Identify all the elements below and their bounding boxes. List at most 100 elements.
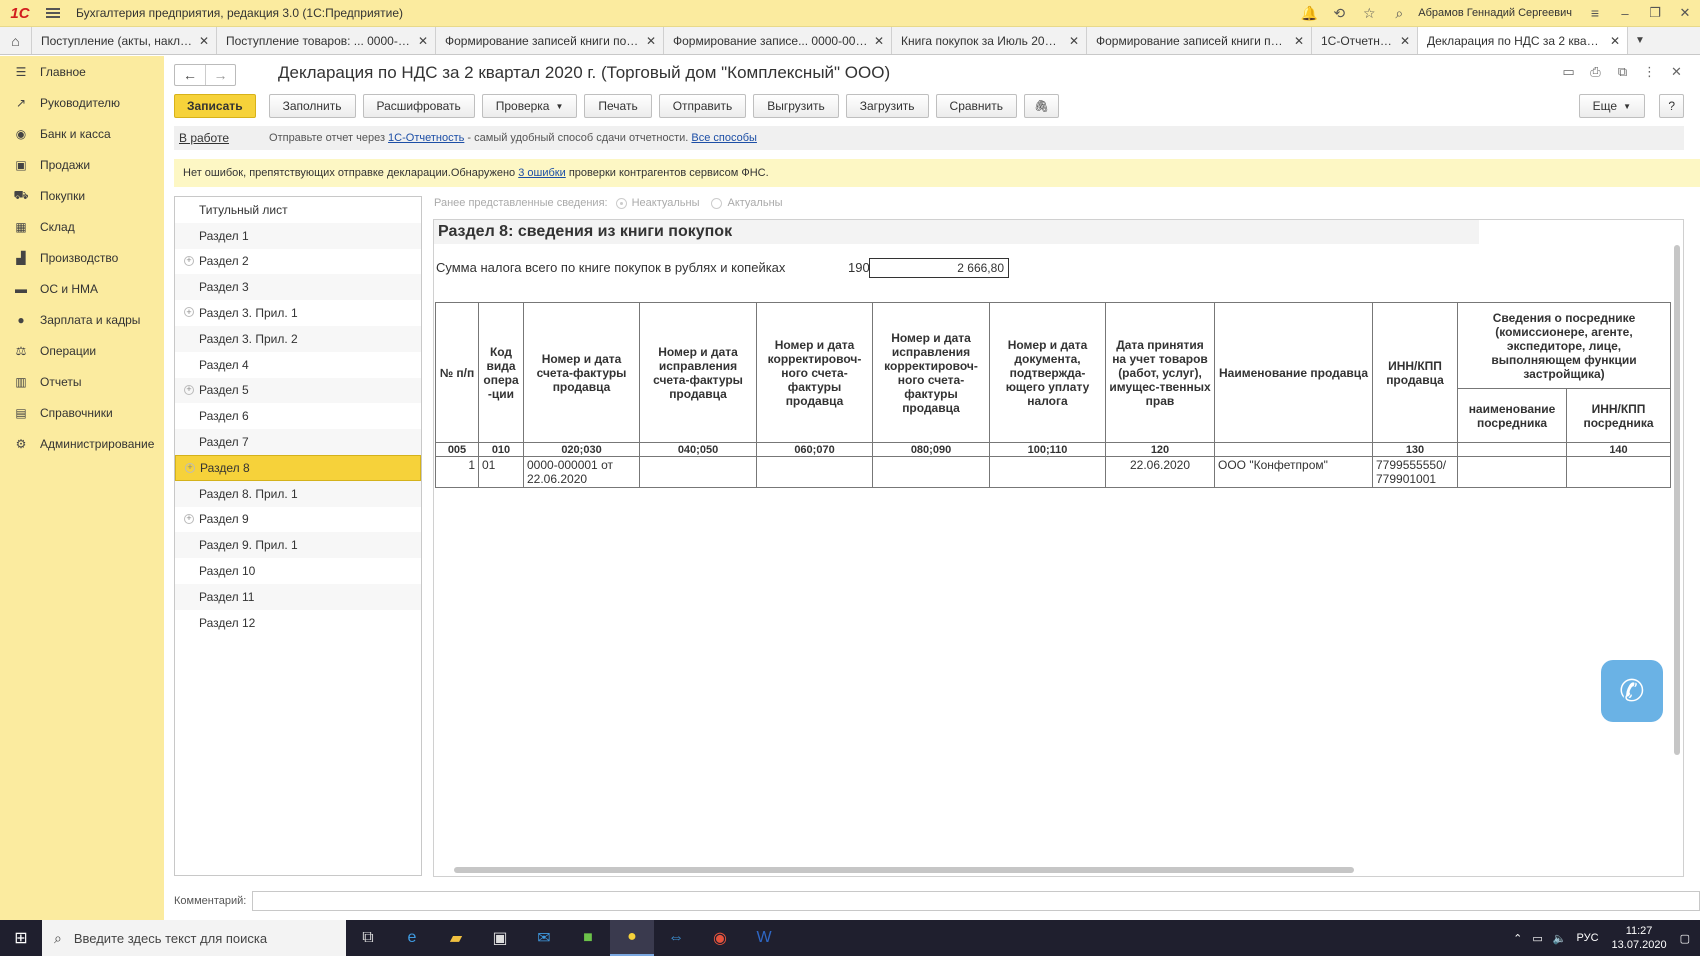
attachment-button[interactable]: 🖇 xyxy=(1024,94,1060,118)
chrome-icon[interactable]: ◉ xyxy=(698,920,742,956)
tree-item-section-1[interactable]: Раздел 1 xyxy=(175,222,421,249)
tree-item-section-6[interactable]: Раздел 6 xyxy=(175,403,421,429)
expand-icon[interactable]: + xyxy=(184,255,194,266)
close-tab-icon[interactable]: ✕ xyxy=(1069,34,1079,48)
print-icon[interactable]: ⎙ xyxy=(1582,64,1609,80)
mail-icon[interactable]: ✉ xyxy=(522,920,566,956)
close-tab-icon[interactable]: ✕ xyxy=(418,34,428,48)
tree-item-section-7[interactable]: Раздел 7 xyxy=(175,429,421,455)
close-tab-icon[interactable]: ✕ xyxy=(199,34,209,48)
sidebar-item-production[interactable]: ▟ Производство xyxy=(0,242,164,273)
tree-item-section-12[interactable]: Раздел 12 xyxy=(175,610,421,636)
tree-item-section-3[interactable]: Раздел 3 xyxy=(175,274,421,301)
phone-call-icon[interactable]: ✆ xyxy=(1601,660,1663,722)
sidebar-item-catalogs[interactable]: ▤ Справочники xyxy=(0,397,164,428)
cell-seller-inn[interactable]: 7799555550/ 779901001 xyxy=(1372,456,1458,488)
comment-input[interactable] xyxy=(252,891,1700,911)
tree-item-section-3-app-2[interactable]: Раздел 3. Прил. 2 xyxy=(175,325,421,352)
main-menu-icon[interactable] xyxy=(40,0,66,27)
word-icon[interactable]: W xyxy=(742,920,786,956)
scrollbar-thumb[interactable] xyxy=(1674,245,1680,755)
windows-start-icon[interactable]: ⊞ xyxy=(0,920,42,956)
tree-item-section-10[interactable]: Раздел 10 xyxy=(175,558,421,584)
bell-icon[interactable]: 🔔 xyxy=(1294,0,1324,27)
expand-icon[interactable]: + xyxy=(184,384,194,395)
volume-icon[interactable]: 🔈 xyxy=(1553,932,1567,945)
sidebar-item-assets[interactable]: ▬ ОС и НМА xyxy=(0,273,164,304)
sidebar-item-bank[interactable]: ◉ Банк и касса xyxy=(0,118,164,149)
search-icon[interactable]: ⌕ xyxy=(1384,0,1414,27)
tree-item-section-2[interactable]: + Раздел 2 xyxy=(175,249,421,275)
cell-invoice-fix[interactable] xyxy=(639,456,757,488)
network-icon[interactable]: ▭ xyxy=(1532,932,1542,945)
cell-agent-inn[interactable] xyxy=(1566,456,1671,488)
sidebar-item-manager[interactable]: ↗ Руководителю xyxy=(0,87,164,118)
tree-item-section-5[interactable]: + Раздел 5 xyxy=(175,377,421,404)
tree-item-section-11[interactable]: Раздел 11 xyxy=(175,583,421,610)
cell-accept-date[interactable]: 22.06.2020 xyxy=(1105,456,1215,488)
close-icon[interactable]: ✕ xyxy=(1663,64,1690,80)
edge-browser-icon[interactable]: e xyxy=(390,920,434,956)
fill-button[interactable]: Заполнить xyxy=(268,94,356,118)
close-window-icon[interactable]: ✕ xyxy=(1670,5,1700,21)
cell-pay-doc[interactable] xyxy=(989,456,1106,488)
save-disk-icon[interactable]: ▭ xyxy=(1555,64,1582,80)
history-icon[interactable]: ⟲ xyxy=(1324,0,1354,27)
star-icon[interactable]: ☆ xyxy=(1354,0,1384,27)
app-logo[interactable]: 1С xyxy=(0,5,40,22)
sidebar-item-salary[interactable]: ● Зарплата и кадры xyxy=(0,304,164,335)
tab-item[interactable]: Формирование записей книги поку... ✕ xyxy=(436,27,664,54)
send-button[interactable]: Отправить xyxy=(658,94,747,118)
back-arrow-icon[interactable]: ← xyxy=(175,65,205,85)
errors-link[interactable]: 3 ошибки xyxy=(518,167,566,179)
cell-seller-name[interactable]: ООО "Конфетпром" xyxy=(1214,456,1373,488)
task-view-icon[interactable]: ⧉ xyxy=(346,920,390,956)
cell-op-code[interactable]: 01 xyxy=(478,456,524,488)
cell-invoice[interactable]: 0000-000001 от 22.06.2020 xyxy=(523,456,640,488)
close-tab-icon[interactable]: ✕ xyxy=(646,34,656,48)
tab-item[interactable]: Книга покупок за Июль 2020 г. ✕ xyxy=(892,27,1087,54)
sidebar-item-admin[interactable]: ⚙ Администрирование xyxy=(0,428,164,459)
close-tab-icon[interactable]: ✕ xyxy=(874,34,884,48)
sidebar-item-sales[interactable]: ▣ Продажи xyxy=(0,149,164,180)
tree-item-section-4[interactable]: Раздел 4 xyxy=(175,352,421,378)
tab-item[interactable]: Поступление товаров: ... 0000-000002 ✕ xyxy=(217,27,436,54)
decode-button[interactable]: Расшифровать xyxy=(362,94,475,118)
import-button[interactable]: Загрузить xyxy=(845,94,929,118)
expand-icon[interactable]: + xyxy=(185,462,195,473)
tab-item-active[interactable]: Декларация по НДС за 2 квартал 2... ✕ xyxy=(1418,27,1628,54)
scrollbar-thumb[interactable] xyxy=(454,867,1354,873)
status-link[interactable]: В работе xyxy=(179,131,229,145)
clock[interactable]: 11:27 13.07.2020 xyxy=(1612,924,1667,952)
settings-menu-icon[interactable]: ≡ xyxy=(1580,0,1610,27)
tree-item-section-9[interactable]: + Раздел 9 xyxy=(175,507,421,533)
radio-outdated[interactable] xyxy=(615,197,627,209)
tab-item[interactable]: 1С-Отчетность ✕ xyxy=(1312,27,1418,54)
cell-invoice-corr-fix[interactable] xyxy=(872,456,990,488)
compare-button[interactable]: Сравнить xyxy=(935,94,1017,118)
close-tab-icon[interactable]: ✕ xyxy=(1294,34,1304,48)
store-icon[interactable]: ▣ xyxy=(478,920,522,956)
radio-actual[interactable] xyxy=(711,197,723,209)
cell-invoice-corr[interactable] xyxy=(756,456,873,488)
restore-icon[interactable]: ❐ xyxy=(1640,5,1670,21)
forward-arrow-icon[interactable]: → xyxy=(205,65,235,85)
sidebar-item-main[interactable]: ☰ Главное xyxy=(0,56,164,87)
sidebar-item-reports[interactable]: ▥ Отчеты xyxy=(0,366,164,397)
expand-icon[interactable]: + xyxy=(184,307,194,318)
tree-item-section-9-app-1[interactable]: Раздел 9. Прил. 1 xyxy=(175,532,421,559)
cell-agent-name[interactable] xyxy=(1457,456,1567,488)
tree-item-section-8[interactable]: + Раздел 8 xyxy=(175,454,421,481)
tab-item[interactable]: Формирование записе... 0000-000002 ✕ xyxy=(664,27,892,54)
save-button[interactable]: Записать xyxy=(174,94,256,118)
tray-chevron-icon[interactable]: ⌃ xyxy=(1513,932,1522,945)
tree-item-section-3-app-1[interactable]: + Раздел 3. Прил. 1 xyxy=(175,300,421,326)
table-row[interactable]: 1 01 0000-000001 от 22.06.2020 22.06.202… xyxy=(435,456,1671,488)
all-ways-link[interactable]: Все способы xyxy=(691,132,757,144)
taskbar-search[interactable]: ⌕ Введите здесь текст для поиска xyxy=(42,920,346,956)
minimize-icon[interactable]: – xyxy=(1610,6,1640,21)
green-app-icon[interactable]: ■ xyxy=(566,920,610,956)
export-button[interactable]: Выгрузить xyxy=(753,94,839,118)
tree-item-title-page[interactable]: Титульный лист xyxy=(175,197,421,223)
user-name[interactable]: Абрамов Геннадий Сергеевич xyxy=(1418,7,1572,19)
